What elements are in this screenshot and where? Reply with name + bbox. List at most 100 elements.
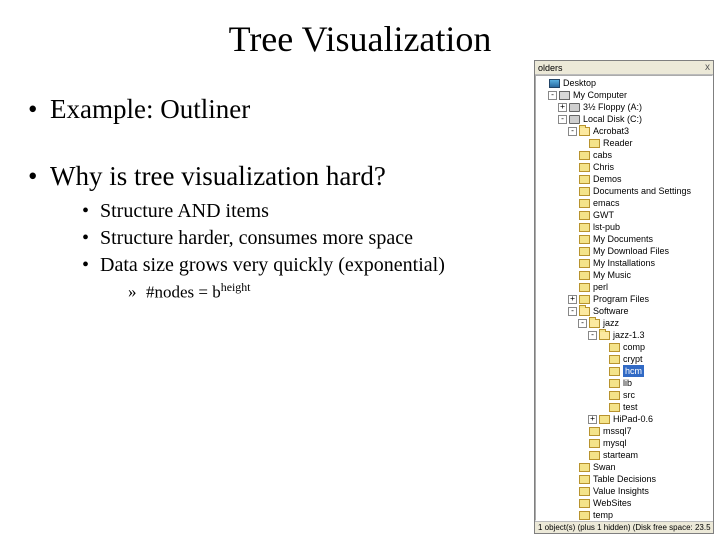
collapse-icon[interactable]: - [588, 331, 597, 340]
tree-node[interactable]: Chris [538, 161, 712, 173]
folder-open-icon [599, 331, 610, 340]
tree-node[interactable]: Table Decisions [538, 473, 712, 485]
bullet-dot: • [28, 161, 50, 192]
tree-node[interactable]: + Program Files [538, 293, 712, 305]
tree-body[interactable]: Desktop-My Computer+3½ Floppy (A:)-Local… [535, 75, 713, 521]
tree-node[interactable]: My Music [538, 269, 712, 281]
collapse-icon[interactable]: - [548, 91, 557, 100]
tree-node[interactable]: - jazz-1.3 [538, 329, 712, 341]
tree-node-label[interactable]: My Documents [593, 233, 653, 245]
tree-node-label[interactable]: src [623, 389, 635, 401]
tree-node[interactable]: Value Insights [538, 485, 712, 497]
tree-node-label[interactable]: GWT [593, 209, 614, 221]
tree-node[interactable]: test [538, 401, 712, 413]
tree-node-label[interactable]: Local Disk (C:) [583, 113, 642, 125]
tree-node-label[interactable]: cabs [593, 149, 612, 161]
tree-node[interactable]: crypt [538, 353, 712, 365]
tree-node[interactable]: cabs [538, 149, 712, 161]
bullet-dot: • [82, 225, 100, 252]
tree-node-label[interactable]: mssql7 [603, 425, 632, 437]
tree-node[interactable]: My Documents [538, 233, 712, 245]
expand-icon[interactable]: + [558, 103, 567, 112]
tree-node-label[interactable]: temp [593, 509, 613, 521]
expand-spacer [538, 79, 547, 88]
expand-spacer [578, 139, 587, 148]
tree-node-label[interactable]: Software [593, 305, 629, 317]
tree-node-label[interactable]: 3½ Floppy (A:) [583, 101, 642, 113]
collapse-icon[interactable]: - [558, 115, 567, 124]
tree-node[interactable]: comp [538, 341, 712, 353]
formula-base: #nodes = b [146, 283, 221, 302]
tree-node-label[interactable]: Documents and Settings [593, 185, 691, 197]
tree-node-label[interactable]: My Computer [573, 89, 627, 101]
tree-node[interactable]: GWT [538, 209, 712, 221]
folder-closed-icon [589, 451, 600, 460]
expand-spacer [568, 283, 577, 292]
tree-node-label[interactable]: Desktop [563, 77, 596, 89]
tree-node[interactable]: Documents and Settings [538, 185, 712, 197]
tree-node-label[interactable]: perl [593, 281, 608, 293]
collapse-icon[interactable]: - [568, 307, 577, 316]
tree-node-label[interactable]: My Download Files [593, 245, 669, 257]
tree-node[interactable]: mysql [538, 437, 712, 449]
tree-node[interactable]: starteam [538, 449, 712, 461]
tree-node[interactable]: temp [538, 509, 712, 521]
tree-node-label[interactable]: jazz-1.3 [613, 329, 645, 341]
tree-node[interactable]: mssql7 [538, 425, 712, 437]
expand-spacer [568, 211, 577, 220]
tree-node[interactable]: - jazz [538, 317, 712, 329]
tree-node-label[interactable]: hcm [623, 365, 644, 377]
expand-icon[interactable]: + [588, 415, 597, 424]
tree-node[interactable]: Desktop [538, 77, 712, 89]
expand-spacer [568, 151, 577, 160]
collapse-icon[interactable]: - [568, 127, 577, 136]
folder-closed-icon [579, 463, 590, 472]
tree-node[interactable]: perl [538, 281, 712, 293]
tree-node-label[interactable]: WebSites [593, 497, 631, 509]
tree-node-label[interactable]: mysql [603, 437, 627, 449]
tree-node[interactable]: Swan [538, 461, 712, 473]
tree-node[interactable]: +3½ Floppy (A:) [538, 101, 712, 113]
bullet-text: Structure harder, consumes more space [100, 225, 413, 252]
folder-closed-icon [589, 439, 600, 448]
expand-spacer [568, 187, 577, 196]
tree-node[interactable]: src [538, 389, 712, 401]
tree-node-label[interactable]: lib [623, 377, 632, 389]
tree-node-label[interactable]: lst-pub [593, 221, 620, 233]
tree-node-label[interactable]: Swan [593, 461, 616, 473]
tree-node-label[interactable]: Reader [603, 137, 633, 149]
tree-node[interactable]: emacs [538, 197, 712, 209]
folder-closed-icon [579, 271, 590, 280]
tree-node-label[interactable]: My Music [593, 269, 631, 281]
tree-node[interactable]: WebSites [538, 497, 712, 509]
tree-node-label[interactable]: emacs [593, 197, 620, 209]
tree-node-label[interactable]: comp [623, 341, 645, 353]
tree-node-label[interactable]: Demos [593, 173, 622, 185]
tree-node-label[interactable]: test [623, 401, 638, 413]
tree-node-label[interactable]: HiPad-0.6 [613, 413, 653, 425]
expand-icon[interactable]: + [568, 295, 577, 304]
tree-node[interactable]: - Local Disk (C:) [538, 113, 712, 125]
tree-node[interactable]: - My Computer [538, 89, 712, 101]
tree-node[interactable]: My Installations [538, 257, 712, 269]
tree-node-label[interactable]: Program Files [593, 293, 649, 305]
tree-node-label[interactable]: starteam [603, 449, 638, 461]
tree-node-label[interactable]: Acrobat3 [593, 125, 629, 137]
tree-node[interactable]: - Acrobat3 [538, 125, 712, 137]
tree-node[interactable]: My Download Files [538, 245, 712, 257]
tree-node-label[interactable]: Table Decisions [593, 473, 656, 485]
tree-node-label[interactable]: My Installations [593, 257, 655, 269]
tree-node-label[interactable]: crypt [623, 353, 643, 365]
tree-node[interactable]: Reader [538, 137, 712, 149]
tree-node-label[interactable]: jazz [603, 317, 619, 329]
tree-node[interactable]: Demos [538, 173, 712, 185]
tree-node[interactable]: hcm [538, 365, 712, 377]
tree-node-label[interactable]: Value Insights [593, 485, 649, 497]
tree-node[interactable]: lst-pub [538, 221, 712, 233]
collapse-icon[interactable]: - [578, 319, 587, 328]
tree-node[interactable]: lib [538, 377, 712, 389]
tree-node[interactable]: + HiPad-0.6 [538, 413, 712, 425]
close-icon[interactable]: x [705, 62, 710, 73]
tree-node-label[interactable]: Chris [593, 161, 614, 173]
tree-node[interactable]: - Software [538, 305, 712, 317]
